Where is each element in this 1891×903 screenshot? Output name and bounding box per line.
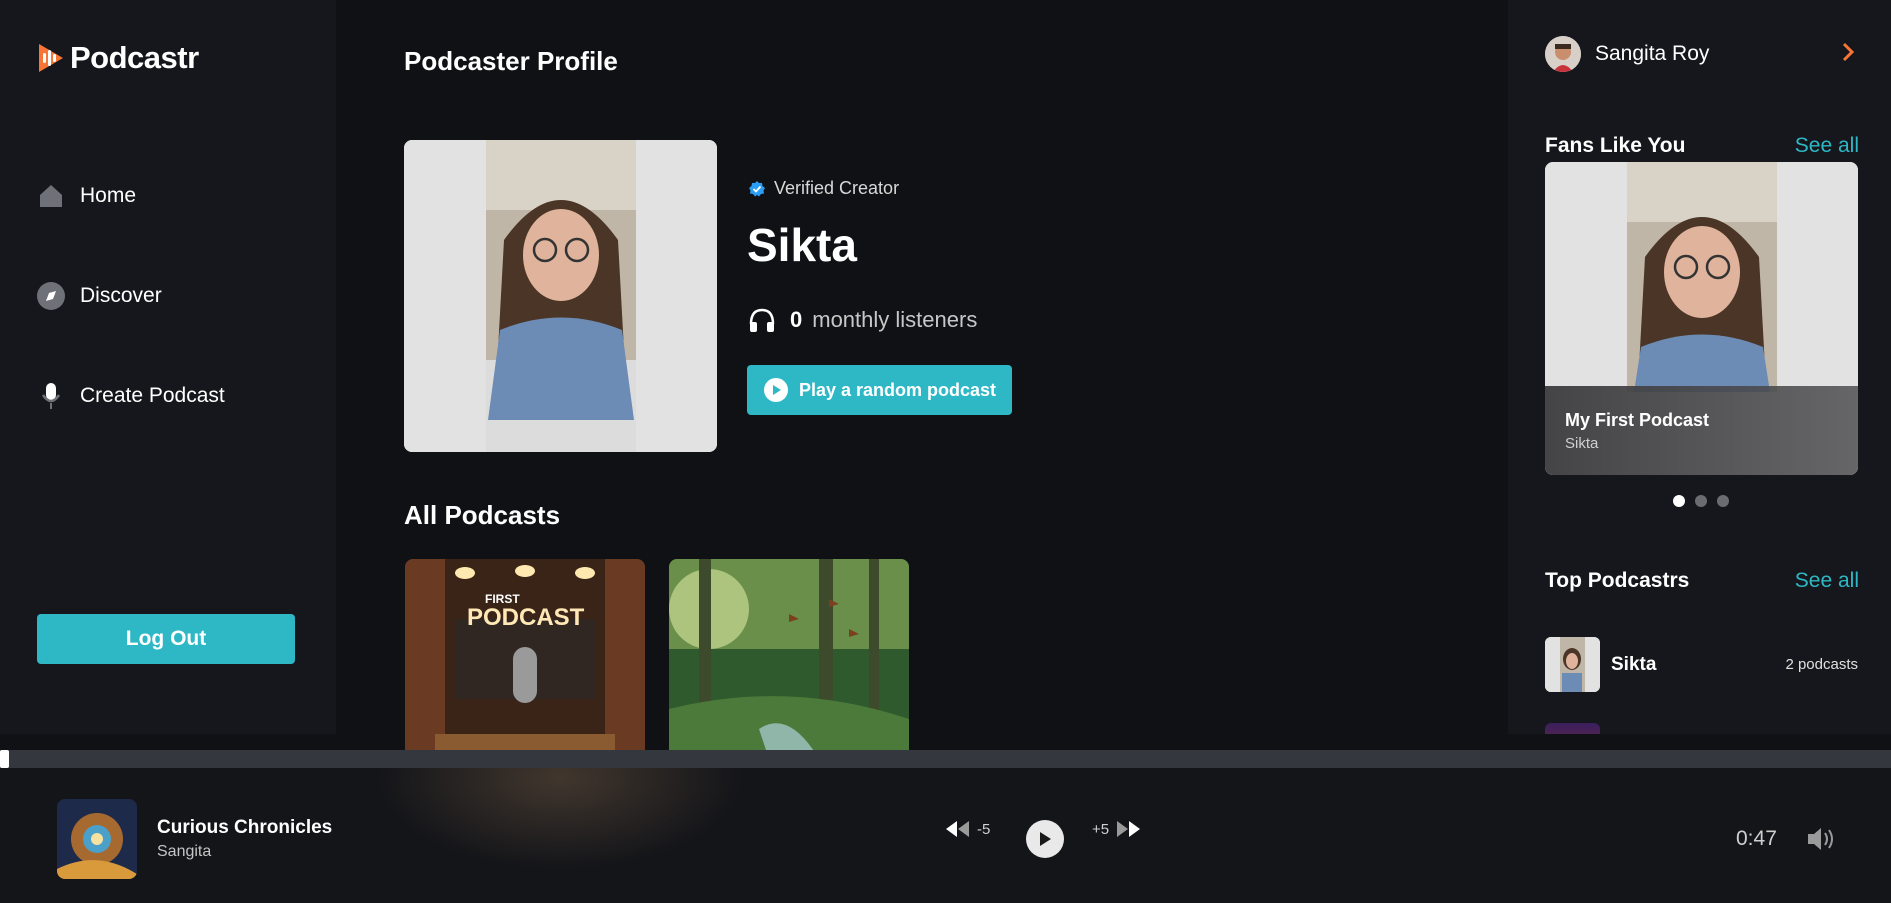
chevron-right-icon[interactable] — [1841, 42, 1855, 67]
logout-button[interactable]: Log Out — [37, 614, 295, 664]
audio-player: Curious Chronicles Sangita -5 +5 0:47 — [0, 768, 1891, 903]
fans-see-all-link[interactable]: See all — [1795, 134, 1859, 158]
play-icon — [1040, 832, 1051, 846]
fans-carousel-card[interactable]: My First Podcast Sikta — [1545, 162, 1858, 475]
listeners-label: monthly listeners — [812, 307, 978, 332]
forward-5-button[interactable]: +5 — [1092, 820, 1141, 838]
top-podcastr-count: 2 podcasts — [1785, 656, 1858, 673]
top-podcastr-thumb[interactable] — [1545, 723, 1600, 734]
headphones-icon — [749, 308, 775, 332]
fans-card-author: Sikta — [1565, 435, 1599, 452]
top-podcastrs-title: Top Podcastrs — [1545, 569, 1690, 592]
play-button[interactable] — [1026, 820, 1064, 858]
forward-icon — [1117, 821, 1141, 837]
verified-badge: Verified Creator — [748, 178, 899, 199]
monthly-listeners: 0 monthly listeners — [748, 306, 977, 334]
sidebar-item-label: Home — [80, 184, 137, 207]
page-title: Podcaster Profile — [404, 46, 618, 76]
avatar — [1545, 36, 1581, 72]
main-content: Podcaster Profile Verified Creator Sikta… — [336, 0, 1508, 750]
rewind-5-button[interactable]: -5 — [945, 820, 990, 838]
play-circle-icon — [763, 378, 788, 402]
sidebar-item-create-podcast[interactable]: Create Podcast — [36, 381, 225, 411]
carousel-dot[interactable] — [1673, 495, 1685, 507]
progress-handle[interactable] — [0, 750, 9, 768]
now-playing-thumb — [57, 799, 137, 879]
carousel-dot[interactable] — [1717, 495, 1729, 507]
podcaster-name: Sikta — [747, 219, 857, 271]
podcast-card[interactable]: FIRST PODCAST — [405, 559, 645, 750]
play-random-podcast-button[interactable]: Play a random podcast — [747, 365, 1012, 415]
top-podcastr-name: Sikta — [1611, 653, 1657, 675]
forward-label: +5 — [1092, 820, 1110, 838]
fans-card-overlay: My First Podcast Sikta — [1545, 386, 1858, 475]
podcast-card[interactable] — [669, 559, 909, 750]
home-icon — [36, 181, 66, 211]
logo-text: Podcastr — [70, 40, 199, 75]
fans-like-you-title: Fans Like You — [1545, 134, 1686, 157]
sidebar-item-discover[interactable]: Discover — [36, 281, 162, 311]
user-name: Sangita Roy — [1595, 42, 1710, 65]
compass-icon — [36, 281, 66, 311]
rewind-icon — [946, 821, 969, 837]
verified-label: Verified Creator — [774, 178, 900, 198]
carousel-dot[interactable] — [1695, 495, 1707, 507]
sidebar-item-home[interactable]: Home — [36, 181, 136, 211]
volume-icon[interactable] — [1806, 826, 1836, 857]
now-playing-artist: Sangita — [157, 843, 212, 860]
podcaster-avatar — [404, 140, 717, 452]
microphone-icon — [36, 381, 66, 411]
rewind-label: -5 — [977, 820, 991, 838]
playback-progress-bar[interactable] — [0, 750, 1891, 768]
logo-icon — [39, 44, 63, 72]
carousel-dots — [1673, 495, 1729, 507]
right-sidebar: Sangita Roy Fans Like You See all My Fir… — [1508, 0, 1891, 734]
left-sidebar: Podcastr Home Discover Create Podcast Lo… — [0, 0, 336, 734]
verified-icon — [749, 180, 765, 196]
top-podcastrs-see-all-link[interactable]: See all — [1795, 569, 1859, 593]
top-podcastr-row[interactable]: Sikta 2 podcasts — [1545, 637, 1858, 692]
playback-time: 0:47 — [1736, 827, 1777, 850]
logo[interactable]: Podcastr — [36, 40, 199, 76]
play-random-label: Play a random podcast — [798, 379, 997, 400]
all-podcasts-title: All Podcasts — [404, 500, 561, 530]
sidebar-item-label: Discover — [80, 284, 162, 307]
sidebar-item-label: Create Podcast — [80, 384, 225, 407]
podcast-thumb-text-2: PODCAST — [467, 604, 585, 631]
user-profile-link[interactable]: Sangita Roy — [1545, 36, 1709, 72]
top-podcastr-thumb — [1545, 637, 1600, 692]
now-playing-title: Curious Chronicles — [157, 817, 333, 838]
fans-card-title: My First Podcast — [1565, 410, 1710, 430]
listeners-count: 0 — [790, 307, 803, 332]
